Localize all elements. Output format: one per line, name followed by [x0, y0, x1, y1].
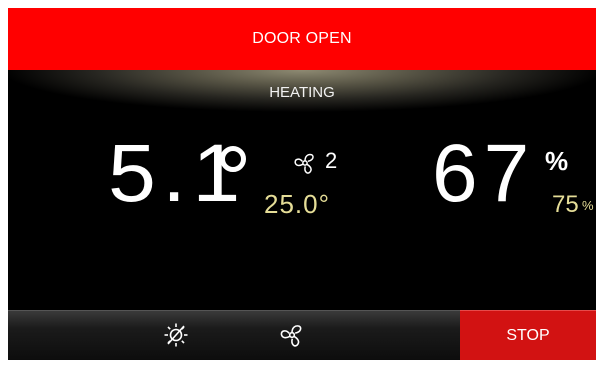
degree-symbol	[220, 146, 246, 172]
humidity-unit: %	[545, 146, 569, 176]
current-humidity: 67	[432, 128, 536, 219]
fan-button[interactable]	[278, 321, 306, 349]
humidity-setpoint: 75	[552, 191, 579, 218]
alert-text: DOOR OPEN	[252, 30, 352, 47]
fan-icon	[294, 153, 314, 174]
stop-button[interactable]: STOP	[460, 310, 596, 360]
fan-speed: 2	[325, 148, 338, 173]
stop-label: STOP	[506, 326, 550, 344]
controller-screen: DOOR OPEN HEATING 5.1 2 25.0° 67 % 75 %	[8, 8, 596, 360]
temperature-setpoint: 25.0°	[264, 189, 331, 219]
fan-icon	[280, 325, 302, 347]
door-open-alert: DOOR OPEN	[8, 8, 596, 70]
toolbar-left	[8, 310, 460, 360]
light-off-icon	[164, 323, 188, 347]
humidity-setpoint-unit: %	[582, 198, 594, 213]
light-toggle-button[interactable]	[162, 321, 190, 349]
current-temperature: 5.1	[108, 128, 247, 219]
bottom-toolbar: STOP	[8, 310, 596, 360]
mode-label: HEATING	[269, 84, 335, 101]
